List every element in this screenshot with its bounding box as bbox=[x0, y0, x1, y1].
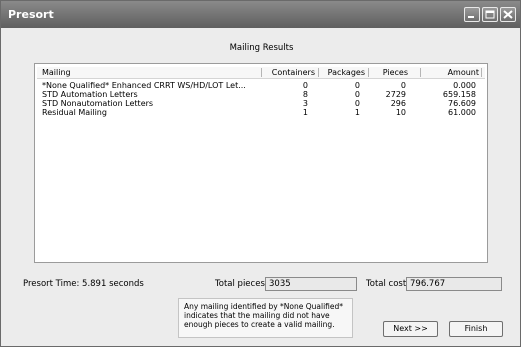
total-pieces-label: Total pieces bbox=[215, 279, 265, 289]
column-divider bbox=[318, 68, 319, 77]
mailing-results-heading: Mailing Results bbox=[229, 43, 294, 53]
containers-cell: 3 bbox=[302, 99, 308, 108]
maximize-icon bbox=[485, 10, 495, 19]
table-row[interactable]: *None Qualified* Enhanced CRRT WS/HD/LOT… bbox=[37, 81, 485, 90]
pieces-cell: 0 bbox=[400, 81, 406, 90]
none-qualified-note: Any mailing identified by *None Qualifie… bbox=[178, 298, 353, 338]
packages-cell: 0 bbox=[354, 81, 360, 90]
mailing-results-list[interactable]: Mailing Containers Packages Pieces Amoun… bbox=[34, 63, 488, 263]
containers-cell: 8 bbox=[302, 90, 308, 99]
amount-cell: 61.000 bbox=[448, 108, 476, 117]
mailing-cell: *None Qualified* Enhanced CRRT WS/HD/LOT… bbox=[42, 81, 246, 90]
title-bar[interactable]: Presort bbox=[1, 1, 520, 28]
presort-time-text: Presort Time: 5.891 seconds bbox=[23, 279, 144, 289]
table-row[interactable]: Residual Mailing 1 1 10 61.000 bbox=[37, 108, 485, 117]
table-row[interactable]: STD Nonautomation Letters 3 0 296 76.609 bbox=[37, 99, 485, 108]
minimize-icon bbox=[468, 16, 474, 18]
mailing-cell: STD Automation Letters bbox=[42, 90, 138, 99]
column-header-pieces[interactable]: Pieces bbox=[370, 68, 408, 77]
column-header-containers[interactable]: Containers bbox=[263, 68, 315, 77]
pieces-cell: 2729 bbox=[385, 90, 406, 99]
containers-cell: 0 bbox=[302, 81, 308, 90]
pieces-cell: 296 bbox=[390, 99, 406, 108]
column-header-amount[interactable]: Amount bbox=[422, 68, 479, 77]
column-divider bbox=[481, 68, 482, 77]
packages-cell: 0 bbox=[354, 99, 360, 108]
column-divider bbox=[368, 68, 369, 77]
pieces-cell: 10 bbox=[395, 108, 406, 117]
list-header: Mailing Containers Packages Pieces Amoun… bbox=[37, 67, 485, 79]
close-button[interactable] bbox=[500, 7, 516, 22]
column-header-packages[interactable]: Packages bbox=[320, 68, 365, 77]
total-cost-field: 796.767 bbox=[406, 277, 502, 291]
mailing-cell: STD Nonautomation Letters bbox=[42, 99, 154, 108]
packages-cell: 0 bbox=[354, 90, 360, 99]
packages-cell: 1 bbox=[354, 108, 360, 117]
mailing-cell: Residual Mailing bbox=[42, 108, 107, 117]
total-pieces-field: 3035 bbox=[265, 277, 357, 291]
window-title: Presort bbox=[8, 8, 54, 21]
column-divider bbox=[420, 68, 421, 77]
presort-window: Presort Mailing Results Mailing Containe… bbox=[0, 0, 521, 347]
maximize-button[interactable] bbox=[482, 7, 498, 22]
next-button[interactable]: Next >> bbox=[383, 321, 438, 337]
table-row[interactable]: STD Automation Letters 8 0 2729 659.158 bbox=[37, 90, 485, 99]
amount-cell: 76.609 bbox=[448, 99, 476, 108]
finish-button[interactable]: Finish bbox=[449, 321, 503, 337]
column-header-mailing[interactable]: Mailing bbox=[42, 68, 71, 77]
amount-cell: 0.000 bbox=[453, 81, 476, 90]
containers-cell: 1 bbox=[302, 108, 308, 117]
column-divider bbox=[261, 68, 262, 77]
minimize-button[interactable] bbox=[464, 7, 480, 22]
amount-cell: 659.158 bbox=[442, 90, 476, 99]
close-icon bbox=[503, 10, 513, 19]
total-cost-label: Total cost bbox=[366, 279, 407, 289]
